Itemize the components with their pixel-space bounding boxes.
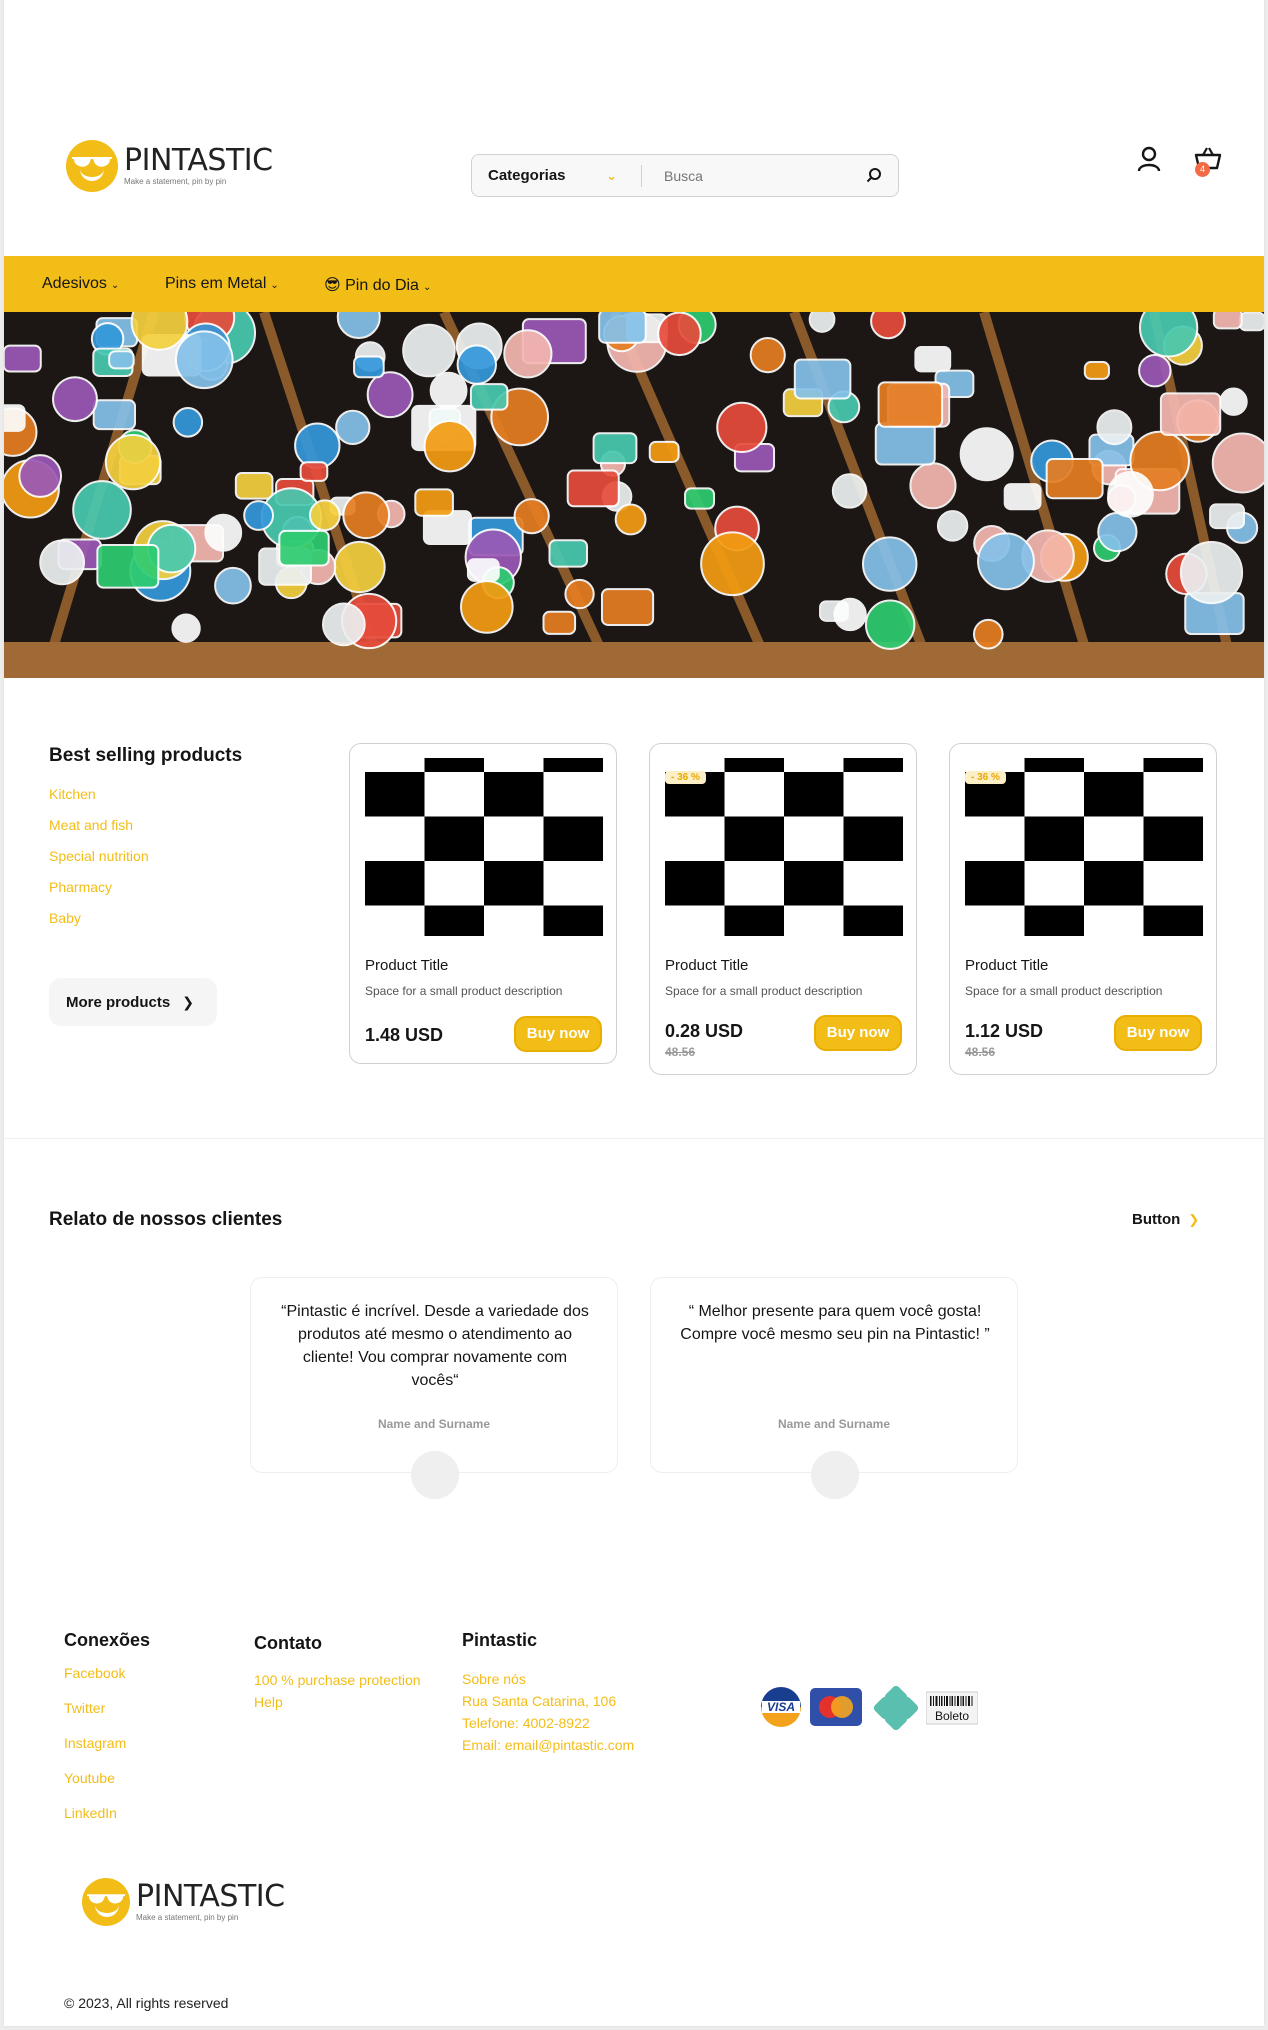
footer-link[interactable]: Help (254, 1694, 421, 1716)
footer-heading: Pintastic (462, 1630, 538, 1650)
page: PINTASTIC Make a statement, pin by pin C… (4, 0, 1264, 2026)
brand-name: PINTASTIC (136, 1879, 285, 1914)
footer-phone: Telefone: 4002-8922 (462, 1715, 590, 1731)
brand-tagline: Make a statement, pin by pin (136, 1913, 239, 1922)
footer-link-instagram[interactable]: Instagram (64, 1735, 150, 1770)
product-card[interactable]: - 36 % Product Title Space for a small p… (949, 743, 1217, 1075)
avatar (411, 1451, 459, 1499)
category-link[interactable]: Meat and fish (49, 817, 149, 848)
testimonial-card: “ Melhor presente para quem você gosta! … (650, 1277, 1018, 1499)
boleto-label: Boleto (935, 1709, 969, 1723)
testimonials-title: Relato de nossos clientes (49, 1209, 283, 1230)
search-input[interactable] (642, 167, 842, 184)
nav-item-pins-metal[interactable]: Pins em Metal ⌄ (165, 275, 279, 293)
footer-link-youtube[interactable]: Youtube (64, 1770, 150, 1805)
footer-link-facebook[interactable]: Facebook (64, 1665, 150, 1700)
category-select-label: Categorias (488, 167, 566, 184)
chevron-right-icon: ❯ (182, 993, 194, 1010)
footer-email[interactable]: Email: email@pintastic.com (462, 1737, 634, 1759)
discount-badge: - 36 % (965, 771, 1006, 784)
footer-heading: Contato (254, 1633, 322, 1653)
product-image (965, 758, 1203, 936)
category-select[interactable]: Categorias ⌄ (472, 164, 642, 187)
nav-item-label: 😎 Pin do Dia (324, 277, 419, 294)
brand-name: PINTASTIC (124, 143, 273, 178)
buy-now-button[interactable]: Buy now (514, 1016, 602, 1052)
footer-heading: Conexões (64, 1630, 151, 1650)
brand-logo[interactable]: PINTASTIC Make a statement, pin by pin (66, 140, 273, 192)
avatar (811, 1451, 859, 1499)
product-description: Space for a small product description (965, 984, 1163, 998)
search-bar: Categorias ⌄ (471, 154, 899, 197)
category-link[interactable]: Pharmacy (49, 879, 149, 910)
product-card[interactable]: - 36 % Product Title Space for a small p… (649, 743, 917, 1075)
brand-tagline: Make a statement, pin by pin (124, 177, 227, 186)
buy-now-button[interactable]: Buy now (814, 1015, 902, 1051)
hero-banner-image (4, 312, 1264, 678)
nav-item-label: Adesivos (42, 275, 107, 292)
nav-item-pin-do-dia[interactable]: 😎 Pin do Dia ⌄ (324, 275, 431, 295)
chevron-down-icon: ⌄ (606, 167, 617, 183)
product-image (665, 758, 903, 936)
testimonial-author: Name and Surname (777, 1417, 891, 1431)
testimonial-author: Name and Surname (377, 1417, 491, 1431)
footer-pintastic: Pintastic Sobre nós Rua Santa Catarina, … (462, 1630, 634, 1759)
cart-count-badge: 4 (1195, 162, 1210, 177)
category-list: Kitchen Meat and fish Special nutrition … (49, 786, 149, 941)
buy-now-button[interactable]: Buy now (1114, 1015, 1202, 1051)
product-price: 1.48 USD (365, 1025, 444, 1045)
testimonial-card: “Pintastic é incrível. Desde a variedade… (250, 1277, 618, 1499)
user-icon[interactable] (1136, 146, 1162, 172)
main-nav: Adesivos ⌄ Pins em Metal ⌄ 😎 Pin do Dia ⌄ (4, 256, 1264, 312)
product-description: Space for a small product description (365, 984, 563, 998)
section-divider (4, 1138, 1264, 1139)
visa-label: VISA (767, 1700, 795, 1714)
product-description: Space for a small product description (665, 984, 863, 998)
testimonials-button-label: Button (1132, 1211, 1181, 1228)
chevron-right-icon: ❯ (1188, 1212, 1200, 1227)
old-price: 48.56 (965, 1045, 996, 1059)
mastercard-icon (810, 1686, 862, 1733)
category-link[interactable]: Baby (49, 910, 149, 941)
more-products-label: More products (66, 993, 171, 1011)
footer-contact: Contato 100 % purchase protection Help (254, 1633, 421, 1716)
category-link[interactable]: Special nutrition (49, 848, 149, 879)
footer-address: Rua Santa Catarina, 106 (462, 1693, 617, 1709)
chevron-down-icon: ⌄ (110, 280, 120, 291)
discount-badge: - 36 % (665, 771, 706, 784)
footer-link[interactable]: Sobre nós (462, 1671, 634, 1693)
product-image (365, 758, 603, 936)
old-price: 48.56 (665, 1045, 696, 1059)
nav-item-label: Pins em Metal (165, 275, 267, 292)
pix-icon (873, 1685, 919, 1735)
product-price: 1.12 USD (965, 1021, 1044, 1041)
sunglasses-smiley-icon (66, 140, 118, 192)
chevron-down-icon: ⌄ (270, 280, 279, 291)
testimonials-button[interactable]: Button ❯ (1132, 1211, 1199, 1228)
testimonial-quote: “ Melhor presente para quem você gosta! … (680, 1303, 990, 1343)
product-title: Product Title (665, 957, 749, 974)
product-card[interactable]: Product Title Space for a small product … (349, 743, 617, 1064)
footer-brand-logo[interactable]: PINTASTIC Make a statement, pin by pin (82, 1878, 285, 1926)
boleto-icon: Boleto (925, 1686, 979, 1733)
testimonial-quote: “Pintastic é incrível. Desde a variedade… (281, 1303, 589, 1389)
footer-link[interactable]: 100 % purchase protection (254, 1672, 421, 1694)
product-title: Product Title (965, 957, 1049, 974)
sunglasses-smiley-icon (82, 1878, 130, 1926)
visa-icon: VISA (760, 1686, 802, 1733)
footer-link-linkedin[interactable]: LinkedIn (64, 1805, 150, 1840)
product-title: Product Title (365, 957, 449, 974)
category-link[interactable]: Kitchen (49, 786, 149, 817)
nav-item-adesivos[interactable]: Adesivos ⌄ (42, 275, 119, 293)
search-icon[interactable] (866, 167, 882, 183)
product-price: 0.28 USD (665, 1021, 744, 1041)
best-selling-title: Best selling products (49, 745, 243, 766)
chevron-down-icon: ⌄ (422, 282, 432, 293)
copyright: © 2023, All rights reserved (64, 1995, 229, 2011)
footer-connections: Conexões Facebook Twitter Instagram Yout… (64, 1630, 150, 1840)
footer-link-twitter[interactable]: Twitter (64, 1700, 150, 1735)
more-products-button[interactable]: More products ❯ (49, 978, 217, 1026)
